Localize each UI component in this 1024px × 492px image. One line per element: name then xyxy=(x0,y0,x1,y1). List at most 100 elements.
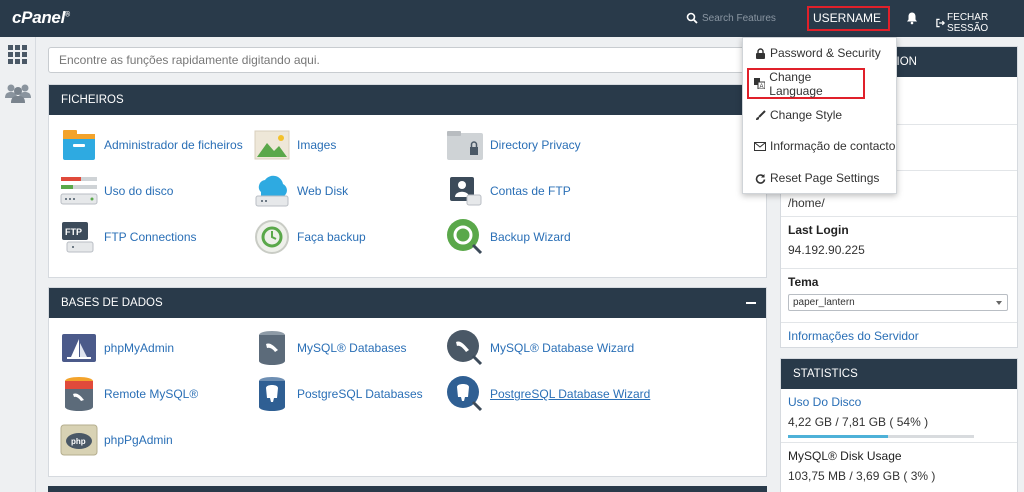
ftp-accounts-label: Contas de FTP xyxy=(490,184,571,198)
ftp-connections-label: FTP Connections xyxy=(104,230,197,244)
mysql-wizard-label: MySQL® Database Wizard xyxy=(490,341,635,355)
brush-icon xyxy=(755,109,766,120)
menu-item-reset-page-settings[interactable]: Reset Page Settings xyxy=(743,163,898,193)
search-icon xyxy=(686,12,698,24)
select-arrow-icon xyxy=(996,301,1002,305)
theme-select[interactable]: paper_lantern xyxy=(788,294,1008,311)
postgresql-wizard-icon xyxy=(447,376,483,412)
remote-mysql-icon xyxy=(65,377,93,411)
menu-item-change-style[interactable]: Change Style xyxy=(743,100,898,130)
phpmyadmin-item[interactable]: phpMyAdmin xyxy=(60,328,174,368)
left-sidebar xyxy=(0,37,36,492)
ftp-accounts-item[interactable]: Contas de FTP xyxy=(446,171,571,211)
mysql-wizard-item[interactable]: MySQL® Database Wizard xyxy=(446,328,634,368)
server-info-link[interactable]: Informações do Servidor xyxy=(788,329,919,343)
next-section-panel xyxy=(48,486,767,492)
disk-usage-stat-value: 4,22 GB / 7,81 GB ( 54% ) xyxy=(788,415,929,429)
home-directory-value: /home/ xyxy=(788,196,825,210)
menu-item-change-language[interactable]: A Change Language xyxy=(747,68,865,99)
phppgadmin-icon: php xyxy=(60,424,98,456)
postgresql-wizard-item[interactable]: PostgreSQL Database Wizard xyxy=(446,374,650,414)
svg-text:A: A xyxy=(760,84,764,89)
menu-item-password-security[interactable]: Password & Security xyxy=(743,38,898,68)
menu-item-contact-info[interactable]: Informação de contacto xyxy=(743,131,898,161)
mysql-databases-icon xyxy=(259,331,285,365)
envelope-icon xyxy=(754,141,766,151)
postgresql-databases-item[interactable]: PostgreSQL Databases xyxy=(253,374,423,414)
statistics-panel: STATISTICS Uso Do Disco 4,22 GB / 7,81 G… xyxy=(780,358,1018,492)
language-icon: A xyxy=(754,78,766,89)
directory-privacy-label: Directory Privacy xyxy=(490,138,581,152)
images-icon xyxy=(254,130,290,160)
disk-usage-bar-fill xyxy=(788,435,889,438)
ftp-connections-item[interactable]: FTP FTP Connections xyxy=(60,217,197,257)
feature-search-input[interactable] xyxy=(702,10,792,27)
logout-button[interactable]: FECHAR SESSÃO xyxy=(936,12,1024,34)
files-panel: FICHEIROS Administrador de ficheiros Ima… xyxy=(48,84,767,278)
disk-usage-bar xyxy=(788,435,974,438)
svg-text:FTP: FTP xyxy=(65,227,82,237)
disk-usage-stat: Uso Do Disco 4,22 GB / 7,81 GB ( 54% ) xyxy=(781,389,1017,443)
theme-row: Tema paper_lantern xyxy=(781,269,1017,323)
file-manager-label: Administrador de ficheiros xyxy=(104,138,243,152)
databases-panel-header[interactable]: BASES DE DADOS xyxy=(49,288,766,318)
last-login-row: Last Login 94.192.90.225 xyxy=(781,217,1017,269)
cpanel-logo[interactable]: cPanel® xyxy=(12,8,70,28)
statistics-header: STATISTICS xyxy=(781,359,1017,389)
mysql-disk-stat-value: 103,75 MB / 3,69 GB ( 3% ) xyxy=(788,469,936,483)
backup-label: Faça backup xyxy=(297,230,366,244)
top-bar: cPanel® USERNAME FECHAR SESSÃO xyxy=(0,0,1024,42)
ftp-accounts-icon xyxy=(450,177,482,206)
disk-usage-icon xyxy=(60,177,98,205)
backup-wizard-icon xyxy=(447,219,483,255)
postgresql-wizard-label: PostgreSQL Database Wizard xyxy=(490,387,651,401)
phpmyadmin-label: phpMyAdmin xyxy=(104,341,175,355)
file-manager-item[interactable]: Administrador de ficheiros xyxy=(60,125,243,165)
backup-icon xyxy=(255,220,289,254)
directory-privacy-item[interactable]: Directory Privacy xyxy=(446,125,581,165)
main-search-input[interactable] xyxy=(48,47,766,73)
bell-icon[interactable] xyxy=(905,11,919,25)
backup-item[interactable]: Faça backup xyxy=(253,217,366,257)
images-item[interactable]: Images xyxy=(253,125,336,165)
file-manager-icon xyxy=(63,130,95,160)
web-disk-label: Web Disk xyxy=(297,184,349,198)
last-login-value: 94.192.90.225 xyxy=(788,243,865,257)
mysql-wizard-icon xyxy=(447,330,483,366)
mysql-disk-stat: MySQL® Disk Usage 103,75 MB / 3,69 GB ( … xyxy=(781,443,1017,489)
web-disk-icon xyxy=(255,175,289,207)
mysql-databases-item[interactable]: MySQL® Databases xyxy=(253,328,407,368)
last-login-label: Last Login xyxy=(788,223,849,237)
databases-panel: BASES DE DADOS phpMyAdmin MySQL® Databas… xyxy=(48,287,767,477)
svg-text:php: php xyxy=(71,437,86,446)
logout-icon xyxy=(936,18,946,28)
user-dropdown-menu: Password & Security A Change Language Ch… xyxy=(742,37,897,194)
phpmyadmin-icon xyxy=(62,334,96,362)
disk-usage-item[interactable]: Uso do disco xyxy=(60,171,173,211)
username-menu-button[interactable]: USERNAME xyxy=(807,6,890,42)
disk-usage-stat-label[interactable]: Uso Do Disco xyxy=(788,395,1010,409)
images-label: Images xyxy=(297,138,337,152)
backup-wizard-item[interactable]: Backup Wizard xyxy=(446,217,571,257)
server-info-row: Informações do Servidor xyxy=(781,323,1017,349)
directory-privacy-icon xyxy=(447,131,483,160)
postgresql-databases-icon xyxy=(259,377,285,411)
lock-icon xyxy=(755,47,765,59)
backup-wizard-label: Backup Wizard xyxy=(490,230,571,244)
collapse-icon[interactable] xyxy=(746,302,756,304)
remote-mysql-item[interactable]: Remote MySQL® xyxy=(60,374,198,414)
phppgadmin-item[interactable]: php phpPgAdmin xyxy=(60,420,173,460)
refresh-icon xyxy=(755,173,765,184)
phppgadmin-label: phpPgAdmin xyxy=(104,433,173,447)
theme-label: Tema xyxy=(788,275,819,289)
web-disk-item[interactable]: Web Disk xyxy=(253,171,348,211)
files-panel-header[interactable]: FICHEIROS xyxy=(49,85,766,115)
mysql-disk-stat-label: MySQL® Disk Usage xyxy=(788,449,902,463)
postgresql-databases-label: PostgreSQL Databases xyxy=(297,387,423,401)
disk-usage-label: Uso do disco xyxy=(104,184,174,198)
apps-grid-icon[interactable] xyxy=(8,45,28,65)
remote-mysql-label: Remote MySQL® xyxy=(104,387,199,401)
mysql-databases-label: MySQL® Databases xyxy=(297,341,407,355)
ftp-connections-icon: FTP xyxy=(62,222,94,253)
users-icon[interactable] xyxy=(5,82,31,104)
